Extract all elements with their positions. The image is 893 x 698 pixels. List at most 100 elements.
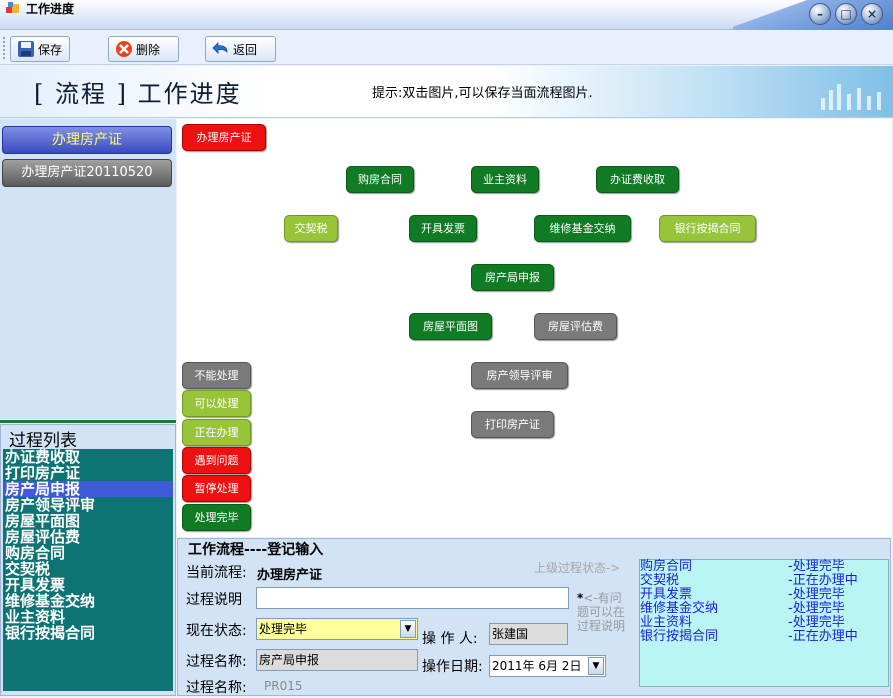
description-label: 过程说明 (186, 592, 242, 608)
flow-node[interactable]: 维修基金交纳 (534, 215, 631, 242)
description-input[interactable] (256, 587, 569, 609)
list-item[interactable]: 房屋评估费 (3, 529, 173, 545)
chevron-down-icon[interactable]: ▼ (400, 620, 416, 638)
operator-field: 张建国 (489, 623, 568, 645)
upper-status-name: 购房合同 (640, 559, 693, 574)
flow-node[interactable]: 购房合同 (346, 166, 414, 193)
current-flow-label: 当前流程: (186, 565, 247, 581)
upper-status-state: -处理完毕 (788, 615, 845, 630)
banner-bars-decoration (821, 84, 881, 110)
minimize-button[interactable]: – (809, 3, 831, 25)
current-flow-value: 办理房产证 (257, 568, 323, 583)
back-label: 返回 (233, 42, 258, 57)
list-item[interactable]: 办证费收取 (3, 449, 173, 465)
list-item[interactable]: 购房合同 (3, 545, 173, 561)
upper-status-state: -正在办理中 (788, 629, 858, 644)
minimize-icon: – (817, 7, 823, 21)
upper-status-label: 上级过程状态-> (534, 561, 621, 575)
upper-status-row: 业主资料 -处理完毕 (640, 616, 888, 630)
upper-status-row: 维修基金交纳 -处理完毕 (640, 602, 888, 616)
upper-status-name: 业主资料 (640, 615, 693, 630)
process-list[interactable]: 办证费收取 打印房产证 房产局申报 房产领导评审 房屋平面图 房屋评估费 购房合… (3, 449, 173, 691)
process-list-panel: 过程列表 办证费收取 打印房产证 房产局申报 房产领导评审 房屋平面图 房屋评估… (0, 424, 176, 696)
maximize-button[interactable]: □ (835, 3, 857, 25)
page-banner: [ 流程 ] 工作进度 提示:双击图片,可以保存当面流程图片. (0, 66, 893, 118)
flow-node[interactable]: 房屋评估费 (534, 313, 617, 340)
close-icon: × (866, 7, 878, 21)
list-item[interactable]: 房产领导评审 (3, 497, 173, 513)
app-window: 工作进度 – □ × 保存 删除 返回 [流程] 工作进度 提示:双击图片,… (0, 0, 893, 698)
flow-node[interactable]: 交契税 (284, 215, 338, 242)
title-bar[interactable]: 工作进度 – □ × (0, 0, 893, 30)
registration-form: 工作流程----登记输入 当前流程: 办理房产证 上级过程状态-> 过程说明 *… (177, 538, 891, 696)
upper-status-state: -处理完毕 (788, 601, 845, 616)
upper-status-name: 交契税 (640, 573, 680, 588)
list-item[interactable]: 维修基金交纳 (3, 593, 173, 609)
save-icon (18, 41, 34, 57)
status-value: 处理完毕 (259, 622, 308, 636)
back-button[interactable]: 返回 (205, 36, 276, 62)
legend-done: 处理完毕 (182, 504, 251, 531)
flow-node[interactable]: 银行按揭合同 (659, 215, 756, 242)
delete-button[interactable]: 删除 (108, 36, 179, 62)
upper-status-name: 维修基金交纳 (640, 601, 719, 616)
process-code-label: 过程名称: (186, 680, 247, 696)
upper-status-list[interactable]: 购房合同 -处理完毕 交契税 -正在办理中 开具发票 -处理完毕 维修基金交纳 -处理完… (639, 559, 889, 687)
back-arrow-icon (212, 42, 228, 54)
legend-in-progress: 正在办理 (182, 419, 251, 446)
list-item[interactable]: 房屋平面图 (3, 513, 173, 529)
flow-node[interactable]: 房屋平面图 (409, 313, 492, 340)
flow-button-instance[interactable]: 办理房产证20110520 (2, 159, 172, 187)
save-label: 保存 (38, 42, 63, 57)
app-icon (6, 2, 19, 13)
upper-status-state: -处理完毕 (788, 559, 845, 574)
upper-status-state: -处理完毕 (788, 587, 845, 602)
list-item[interactable]: 银行按揭合同 (3, 625, 173, 641)
toolbar-grip[interactable] (3, 37, 6, 59)
legend-paused: 暂停处理 (182, 475, 251, 502)
flow-start-node[interactable]: 办理房产证 (182, 124, 266, 151)
maximize-icon: □ (840, 7, 852, 21)
flow-node[interactable]: 房产局申报 (471, 264, 554, 291)
form-legend: 工作流程----登记输入 (186, 539, 326, 559)
window-title: 工作进度 (26, 2, 75, 16)
description-note: *<-有问题可以在过程说明 (577, 591, 625, 633)
save-button[interactable]: 保存 (10, 36, 70, 62)
flow-node[interactable]: 打印房产证 (471, 411, 554, 438)
date-value: 2011年 6月 2日 (492, 659, 582, 673)
delete-label: 删除 (136, 42, 161, 57)
list-item[interactable]: 交契税 (3, 561, 173, 577)
process-name-label: 过程名称: (186, 654, 247, 670)
date-label: 操作日期: (422, 659, 483, 675)
left-panel: 办理房产证 办理房产证20110520 (0, 119, 176, 419)
toolbar: 保存 删除 返回 (0, 31, 893, 65)
upper-status-row: 银行按揭合同 -正在办理中 (640, 630, 888, 644)
flow-node[interactable]: 业主资料 (471, 166, 539, 193)
banner-hint: 提示:双击图片,可以保存当面流程图片. (372, 86, 593, 101)
upper-status-row: 购房合同 -处理完毕 (640, 560, 888, 574)
upper-status-name: 银行按揭合同 (640, 629, 719, 644)
process-code-value: PR015 (264, 679, 303, 693)
flow-canvas[interactable]: 办理房产证 购房合同 业主资料 办证费收取 交契税 开具发票 维修基金交纳 银行… (177, 119, 891, 537)
process-name-field: 房产局申报 (256, 649, 418, 671)
flow-node[interactable]: 办证费收取 (596, 166, 679, 193)
list-item[interactable]: 开具发票 (3, 577, 173, 593)
status-label: 现在状态: (186, 623, 247, 639)
description-note-text: <-有问题可以在过程说明 (577, 591, 626, 633)
operator-label: 操 作 人: (422, 631, 478, 647)
list-item[interactable]: 业主资料 (3, 609, 173, 625)
calendar-dropdown-icon[interactable]: ▼ (588, 657, 604, 675)
legend-cannot-process: 不能处理 (182, 362, 251, 389)
flow-node[interactable]: 开具发票 (409, 215, 477, 242)
status-select[interactable]: 处理完毕 ▼ (256, 618, 418, 640)
delete-icon (116, 41, 132, 57)
legend-problem: 遇到问题 (182, 447, 251, 474)
flow-button-active[interactable]: 办理房产证 (2, 126, 172, 154)
list-item[interactable]: 打印房产证 (3, 465, 173, 481)
page-title: [ 流程 ] 工作进度 (34, 80, 242, 108)
close-button[interactable]: × (861, 3, 883, 25)
list-item-selected[interactable]: 房产局申报 (3, 481, 173, 497)
flow-node[interactable]: 房产领导评审 (471, 362, 568, 389)
date-picker[interactable]: 2011年 6月 2日 ▼ (489, 655, 606, 677)
panel-divider (0, 420, 176, 423)
